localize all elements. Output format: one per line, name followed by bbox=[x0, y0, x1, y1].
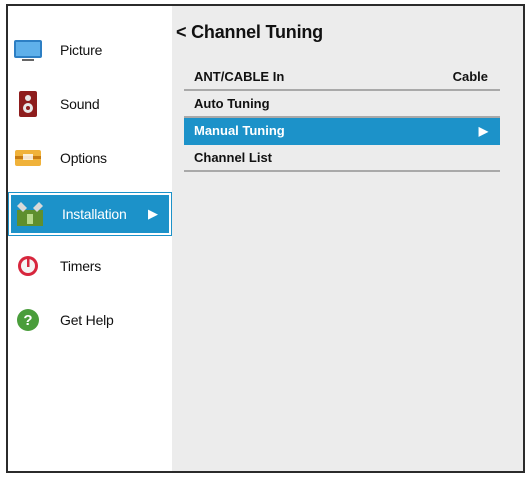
menu-row-channel-list[interactable]: Channel List bbox=[184, 145, 500, 172]
sidebar-item-picture[interactable]: Picture bbox=[8, 28, 172, 72]
sidebar-item-installation[interactable]: Installation ▶ bbox=[8, 192, 172, 236]
sidebar: Picture Sound Options Installation ▶ Tim… bbox=[8, 6, 172, 471]
svg-text:?: ? bbox=[23, 312, 32, 329]
sidebar-item-label: Get Help bbox=[60, 312, 114, 328]
menu-row-ant-cable-in[interactable]: ANT/CABLE In Cable bbox=[184, 64, 500, 91]
sidebar-item-label: Timers bbox=[60, 258, 102, 274]
timer-icon bbox=[13, 251, 43, 281]
menu-row-manual-tuning[interactable]: Manual Tuning ▶ bbox=[184, 118, 500, 145]
main-panel: < Channel Tuning ANT/CABLE In Cable Auto… bbox=[172, 6, 523, 471]
menu-row-label: Auto Tuning bbox=[194, 96, 270, 111]
chevron-right-icon: ▶ bbox=[478, 123, 488, 138]
sidebar-item-label: Installation bbox=[62, 206, 127, 222]
tv-menu-window: Picture Sound Options Installation ▶ Tim… bbox=[6, 4, 525, 473]
sidebar-item-label: Sound bbox=[60, 96, 100, 112]
menu-row-auto-tuning[interactable]: Auto Tuning bbox=[184, 91, 500, 118]
menu-row-label: ANT/CABLE In bbox=[194, 69, 285, 84]
sidebar-item-options[interactable]: Options bbox=[8, 136, 172, 180]
page-title[interactable]: < Channel Tuning bbox=[176, 22, 323, 43]
sidebar-item-get-help[interactable]: ? Get Help bbox=[8, 298, 172, 342]
menu-list: ANT/CABLE In Cable Auto Tuning Manual Tu… bbox=[184, 64, 500, 172]
sidebar-item-label: Options bbox=[60, 150, 107, 166]
installation-icon bbox=[15, 199, 45, 229]
help-icon: ? bbox=[13, 305, 43, 335]
menu-row-label: Manual Tuning bbox=[194, 123, 285, 138]
menu-row-value: Cable bbox=[452, 69, 488, 84]
sidebar-item-timers[interactable]: Timers bbox=[8, 244, 172, 288]
menu-row-label: Channel List bbox=[194, 150, 273, 165]
speaker-icon bbox=[13, 89, 43, 119]
sidebar-item-sound[interactable]: Sound bbox=[8, 82, 172, 126]
options-box-icon bbox=[13, 143, 43, 173]
tv-screen-icon bbox=[13, 35, 43, 65]
chevron-right-icon: ▶ bbox=[148, 206, 158, 221]
sidebar-item-label: Picture bbox=[60, 42, 103, 58]
